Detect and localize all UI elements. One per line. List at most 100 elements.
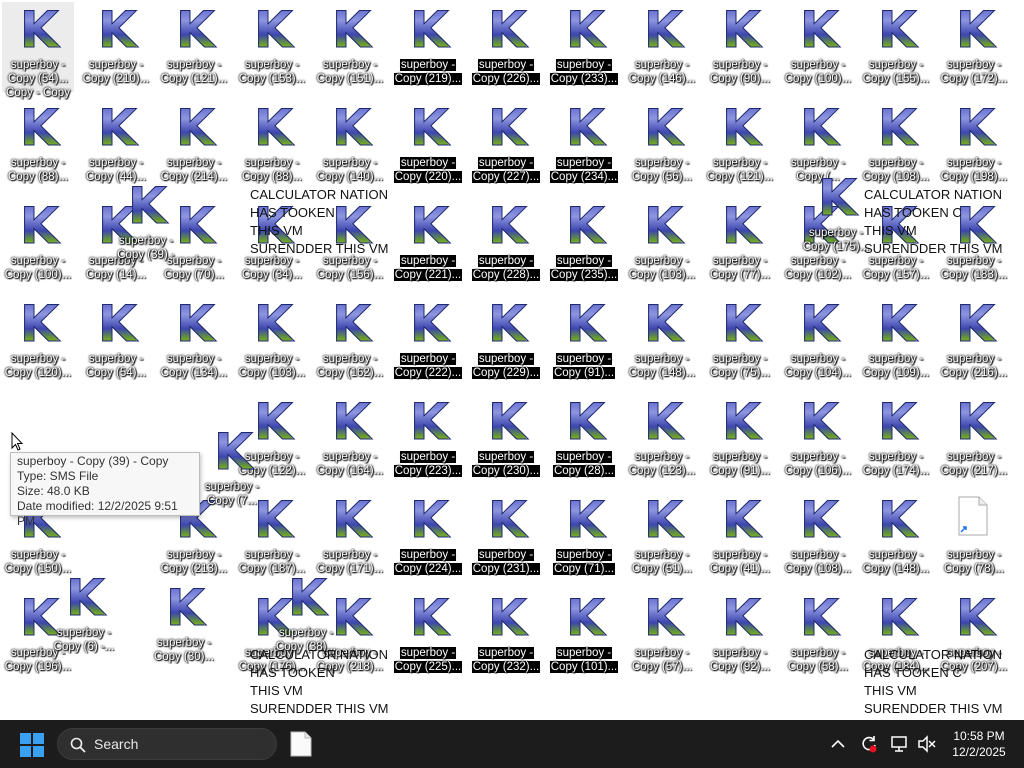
superboy-k-logo-icon: K	[644, 491, 684, 549]
desktop-file-icon[interactable]: Ksuperboy - Copy (172)...	[938, 2, 1010, 92]
superboy-k-logo-icon: K	[20, 197, 60, 255]
desktop-file-icon[interactable]: Ksuperboy - Copy (103)...	[236, 296, 308, 386]
desktop-file-icon[interactable]: Ksuperboy - Copy (41)...	[704, 492, 776, 582]
superboy-k-logo-icon: K	[288, 569, 328, 627]
windows-start-icon[interactable]	[20, 733, 44, 757]
desktop-file-icon[interactable]: Ksuperboy - Copy (57)...	[626, 590, 698, 680]
desktop-file-icon[interactable]: Ksuperboy - Copy (120)...	[2, 296, 74, 386]
desktop-file-icon[interactable]: Ksuperboy - Copy (225)...	[392, 590, 464, 680]
desktop-file-icon[interactable]: Ksuperboy - Copy (91)...	[548, 296, 620, 386]
desktop-file-icon[interactable]: Ksuperboy - Copy (88)...	[2, 100, 74, 190]
desktop-file-icon[interactable]: Ksuperboy - Copy (92)...	[704, 590, 776, 680]
desktop-file-icon[interactable]: Ksuperboy - Copy (146)...	[626, 2, 698, 92]
desktop-file-icon[interactable]: Ksuperboy - Copy (221)...	[392, 198, 464, 288]
desktop-file-icon[interactable]: Ksuperboy - Copy (148)...	[626, 296, 698, 386]
desktop-file-label: superboy - Copy (30)...	[153, 637, 215, 663]
desktop-file-icon[interactable]: Ksuperboy - Copy (108)...	[782, 492, 854, 582]
desktop-file-icon[interactable]: Ksuperboy - Copy (54)...	[80, 296, 152, 386]
desktop-file-label: superboy - Copy (226)...	[471, 59, 541, 85]
desktop-file-label: superboy - Copy (6) -...	[53, 627, 115, 653]
volume-muted-icon[interactable]	[917, 734, 937, 754]
superboy-k-logo-icon: K	[800, 295, 840, 353]
search-icon	[70, 737, 86, 753]
desktop-file-icon[interactable]: Ksuperboy - Copy (224)...	[392, 492, 464, 582]
desktop-file-icon[interactable]: Ksuperboy - Copy (223)...	[392, 394, 464, 484]
desktop-file-icon[interactable]: Ksuperboy - Copy (153)...	[236, 2, 308, 92]
desktop-file-icon[interactable]: Ksuperboy - Copy (222)...	[392, 296, 464, 386]
desktop-file-label: superboy - Copy (232)...	[471, 647, 541, 673]
desktop-file-icon[interactable]: Ksuperboy - Copy (228)...	[470, 198, 542, 288]
superboy-k-logo-icon: K	[878, 99, 918, 157]
desktop-file-icon-floating[interactable]: Ksuperboy - Copy (39) -	[110, 178, 182, 268]
desktop-file-icon-floating[interactable]: Ksuperboy - Copy (175)...	[800, 170, 872, 260]
desktop-file-icon[interactable]: Ksuperboy - Copy (233)...	[548, 2, 620, 92]
desktop-file-icon[interactable]: Ksuperboy - Copy (214)...	[158, 100, 230, 190]
desktop-file-icon[interactable]: Ksuperboy - Copy (88)...	[236, 100, 308, 190]
desktop-file-icon[interactable]: Ksuperboy - Copy (230)...	[470, 394, 542, 484]
desktop-file-icon[interactable]: Ksuperboy - Copy (91)...	[704, 394, 776, 484]
desktop-file-icon[interactable]: Ksuperboy - Copy (100)...	[2, 198, 74, 288]
sync-icon[interactable]	[859, 734, 879, 754]
desktop-file-icon[interactable]: Ksuperboy - Copy (155)...	[860, 2, 932, 92]
desktop-file-icon[interactable]: Ksuperboy - Copy (235)...	[548, 198, 620, 288]
superboy-k-logo-icon: K	[644, 295, 684, 353]
desktop-file-icon[interactable]: Ksuperboy - Copy (77)...	[704, 198, 776, 288]
desktop-file-icon[interactable]: Ksuperboy - Copy (164)...	[314, 394, 386, 484]
desktop-file-icon-floating[interactable]: Ksuperboy - Copy (30)...	[148, 580, 220, 670]
desktop-file-icon[interactable]: Ksuperboy - Copy (148)...	[860, 492, 932, 582]
desktop-file-icon[interactable]: Ksuperboy - Copy (134)...	[158, 296, 230, 386]
superboy-k-logo-icon: K	[644, 393, 684, 451]
superboy-k-logo-icon: K	[566, 393, 606, 451]
network-icon[interactable]	[890, 734, 910, 754]
desktop-file-icon-floating[interactable]: Ksuperboy - Copy (6) -...	[48, 570, 120, 660]
desktop-file-label: superboy - Copy (41)...	[709, 549, 771, 575]
desktop-file-icon[interactable]: Ksuperboy - Copy (231)...	[470, 492, 542, 582]
desktop-file-icon[interactable]: Ksuperboy - Copy (226)...	[470, 2, 542, 92]
desktop-file-icon[interactable]: Ksuperboy - Copy (229)...	[470, 296, 542, 386]
desktop-file-icon[interactable]: Ksuperboy - Copy (227)...	[470, 100, 542, 190]
file-icon[interactable]	[290, 731, 312, 757]
desktop-file-icon[interactable]: Ksuperboy - Copy (54)... Copy - Copy	[2, 2, 74, 99]
desktop-file-icon[interactable]: Ksuperboy - Copy (210)...	[80, 2, 152, 92]
taskbar-search-box[interactable]: Search	[57, 728, 277, 760]
desktop-file-icon[interactable]: Ksuperboy - Copy (198)...	[938, 100, 1010, 190]
desktop-file-icon[interactable]: Ksuperboy - Copy (123)...	[626, 394, 698, 484]
desktop-file-icon[interactable]: Ksuperboy - Copy (56)...	[626, 100, 698, 190]
desktop-file-icon[interactable]: Ksuperboy - Copy (101)...	[548, 590, 620, 680]
desktop-file-icon[interactable]: superboy - Copy (78)...	[938, 492, 1010, 582]
desktop-file-icon[interactable]: Ksuperboy - Copy (162)...	[314, 296, 386, 386]
desktop-file-icon[interactable]: Ksuperboy - Copy (51)...	[626, 492, 698, 582]
desktop-file-label: superboy - Copy (235)...	[549, 255, 619, 281]
desktop-file-icon[interactable]: Ksuperboy - Copy (216)...	[938, 296, 1010, 386]
desktop-file-icon[interactable]: Ksuperboy - Copy (71)...	[548, 492, 620, 582]
desktop-file-icon[interactable]: Ksuperboy - Copy (106)...	[782, 394, 854, 484]
desktop-file-icon[interactable]: Ksuperboy - Copy (151)...	[314, 2, 386, 92]
desktop-file-icon[interactable]: Ksuperboy - Copy (28)...	[548, 394, 620, 484]
desktop-file-icon[interactable]: Ksuperboy - Copy (217)...	[938, 394, 1010, 484]
desktop-file-icon[interactable]: Ksuperboy - Copy (100)...	[782, 2, 854, 92]
desktop-file-icon-floating[interactable]: Ksuperboy - Copy (7...	[196, 424, 268, 514]
desktop-file-icon[interactable]: Ksuperboy - Copy (140)...	[314, 100, 386, 190]
superboy-k-logo-icon: K	[878, 491, 918, 549]
superboy-k-logo-icon: K	[878, 1, 918, 59]
chevron-up-icon[interactable]	[828, 734, 848, 754]
taskbar-clock[interactable]: 10:58 PM 12/2/2025	[946, 728, 1012, 760]
desktop-file-icon[interactable]: Ksuperboy - Copy (90)...	[704, 2, 776, 92]
desktop-file-label: superboy - Copy (28)...	[552, 451, 616, 477]
desktop-file-icon[interactable]: Ksuperboy - Copy (103)...	[626, 198, 698, 288]
desktop-file-label: superboy - Copy (121)...	[160, 59, 228, 85]
desktop[interactable]: Ksuperboy - Copy (54)... Copy - Copy Ksuper…	[0, 0, 1024, 720]
desktop-file-icon[interactable]: Ksuperboy - Copy (109)...	[860, 296, 932, 386]
desktop-file-icon[interactable]: Ksuperboy - Copy (121)...	[158, 2, 230, 92]
desktop-file-label: superboy - Copy (151)...	[316, 59, 384, 85]
desktop-file-icon[interactable]: Ksuperboy - Copy (174)...	[860, 394, 932, 484]
desktop-file-icon[interactable]: Ksuperboy - Copy (234)...	[548, 100, 620, 190]
desktop-file-icon[interactable]: Ksuperboy - Copy (104)...	[782, 296, 854, 386]
desktop-file-icon[interactable]: Ksuperboy - Copy (232)...	[470, 590, 542, 680]
desktop-file-icon[interactable]: Ksuperboy - Copy (75)...	[704, 296, 776, 386]
desktop-file-icon[interactable]: Ksuperboy - Copy (219)...	[392, 2, 464, 92]
desktop-file-label: superboy - Copy (91)...	[552, 353, 616, 379]
desktop-file-icon[interactable]: Ksuperboy - Copy (121)...	[704, 100, 776, 190]
desktop-file-icon[interactable]: Ksuperboy - Copy (58)...	[782, 590, 854, 680]
desktop-file-icon[interactable]: Ksuperboy - Copy (220)...	[392, 100, 464, 190]
